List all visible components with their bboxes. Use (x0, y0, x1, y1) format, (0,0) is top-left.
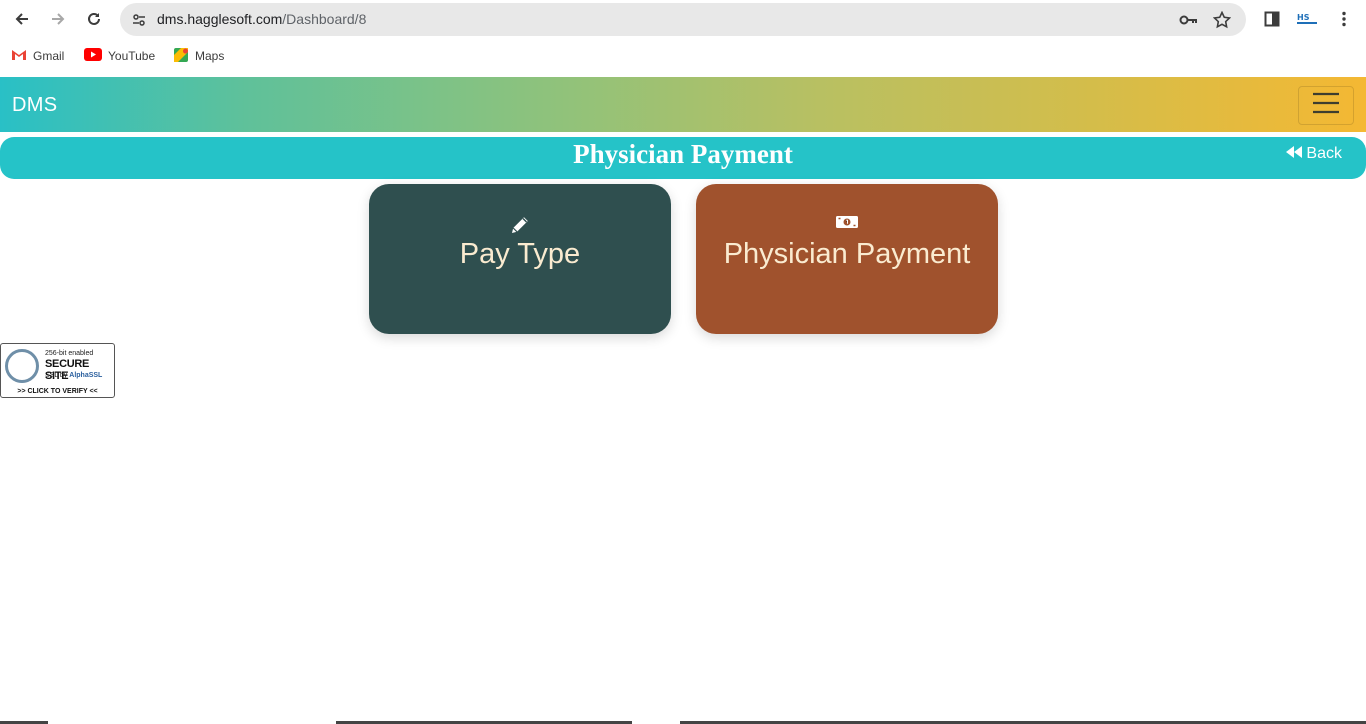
reload-icon[interactable] (82, 8, 106, 30)
back-button[interactable]: Back (1286, 145, 1342, 163)
browser-toolbar: dms.hagglesoft.com/Dashboard/8 HS (0, 0, 1366, 38)
double-chevron-left-icon (1286, 145, 1303, 163)
side-panel-icon[interactable] (1261, 8, 1283, 30)
site-info-icon[interactable] (128, 9, 150, 31)
money-bill-icon (696, 214, 998, 236)
pay-type-card[interactable]: Pay Type (369, 184, 671, 334)
page-title-bar: Physician Payment Back (0, 137, 1366, 179)
bookmark-maps[interactable]: Maps (173, 46, 224, 66)
bookmark-label: Maps (195, 49, 225, 63)
back-arrow-icon[interactable] (10, 8, 34, 30)
seal-line-3-prefix: SSL by (45, 372, 70, 379)
app-navbar: DMS (0, 77, 1366, 132)
seal-line-3-brand: AlphaSSL (69, 372, 103, 379)
url-text: dms.hagglesoft.com/Dashboard/8 (157, 11, 366, 27)
gmail-icon (11, 49, 27, 64)
youtube-icon (84, 48, 102, 64)
bookmarks-bar: Gmail YouTube Maps (0, 40, 1366, 72)
brand-logo[interactable]: DMS (12, 94, 57, 117)
pencil-icon (369, 214, 671, 236)
forward-arrow-icon[interactable] (46, 8, 70, 30)
profile-icon[interactable]: HS (1296, 8, 1318, 30)
physician-payment-card[interactable]: Physician Payment (696, 184, 998, 334)
seal-line-1: 256-bit enabled (45, 350, 94, 357)
card-label: Pay Type (459, 238, 581, 270)
card-label: Physician Payment (723, 238, 971, 270)
back-label: Back (1306, 145, 1342, 162)
maps-icon (173, 47, 189, 66)
bookmark-label: YouTube (108, 49, 156, 63)
page-title: Physician Payment (573, 139, 793, 169)
hamburger-icon (1312, 92, 1340, 119)
page-bottom-edge (0, 720, 1366, 724)
address-bar[interactable]: dms.hagglesoft.com/Dashboard/8 (120, 3, 1246, 36)
bookmark-youtube[interactable]: YouTube (84, 46, 155, 66)
seal-verify-link: >> CLICK TO VERIFY << (17, 388, 98, 395)
url-path: /Dashboard/8 (282, 11, 367, 27)
seal-line-3: SSL by AlphaSSL (45, 372, 102, 379)
svg-text:HS: HS (1297, 13, 1310, 22)
alphassl-logo-icon (5, 349, 39, 383)
bookmark-gmail[interactable]: Gmail (11, 46, 64, 66)
kebab-menu-icon[interactable] (1333, 8, 1355, 30)
navbar-toggle-button[interactable] (1298, 86, 1354, 125)
star-icon[interactable] (1211, 9, 1233, 31)
key-icon[interactable] (1178, 9, 1200, 31)
url-host: dms.hagglesoft.com (157, 11, 283, 27)
ssl-secure-site-seal[interactable]: 256-bit enabled SECURE SITE SSL by Alpha… (0, 343, 115, 398)
bookmark-label: Gmail (33, 49, 65, 63)
